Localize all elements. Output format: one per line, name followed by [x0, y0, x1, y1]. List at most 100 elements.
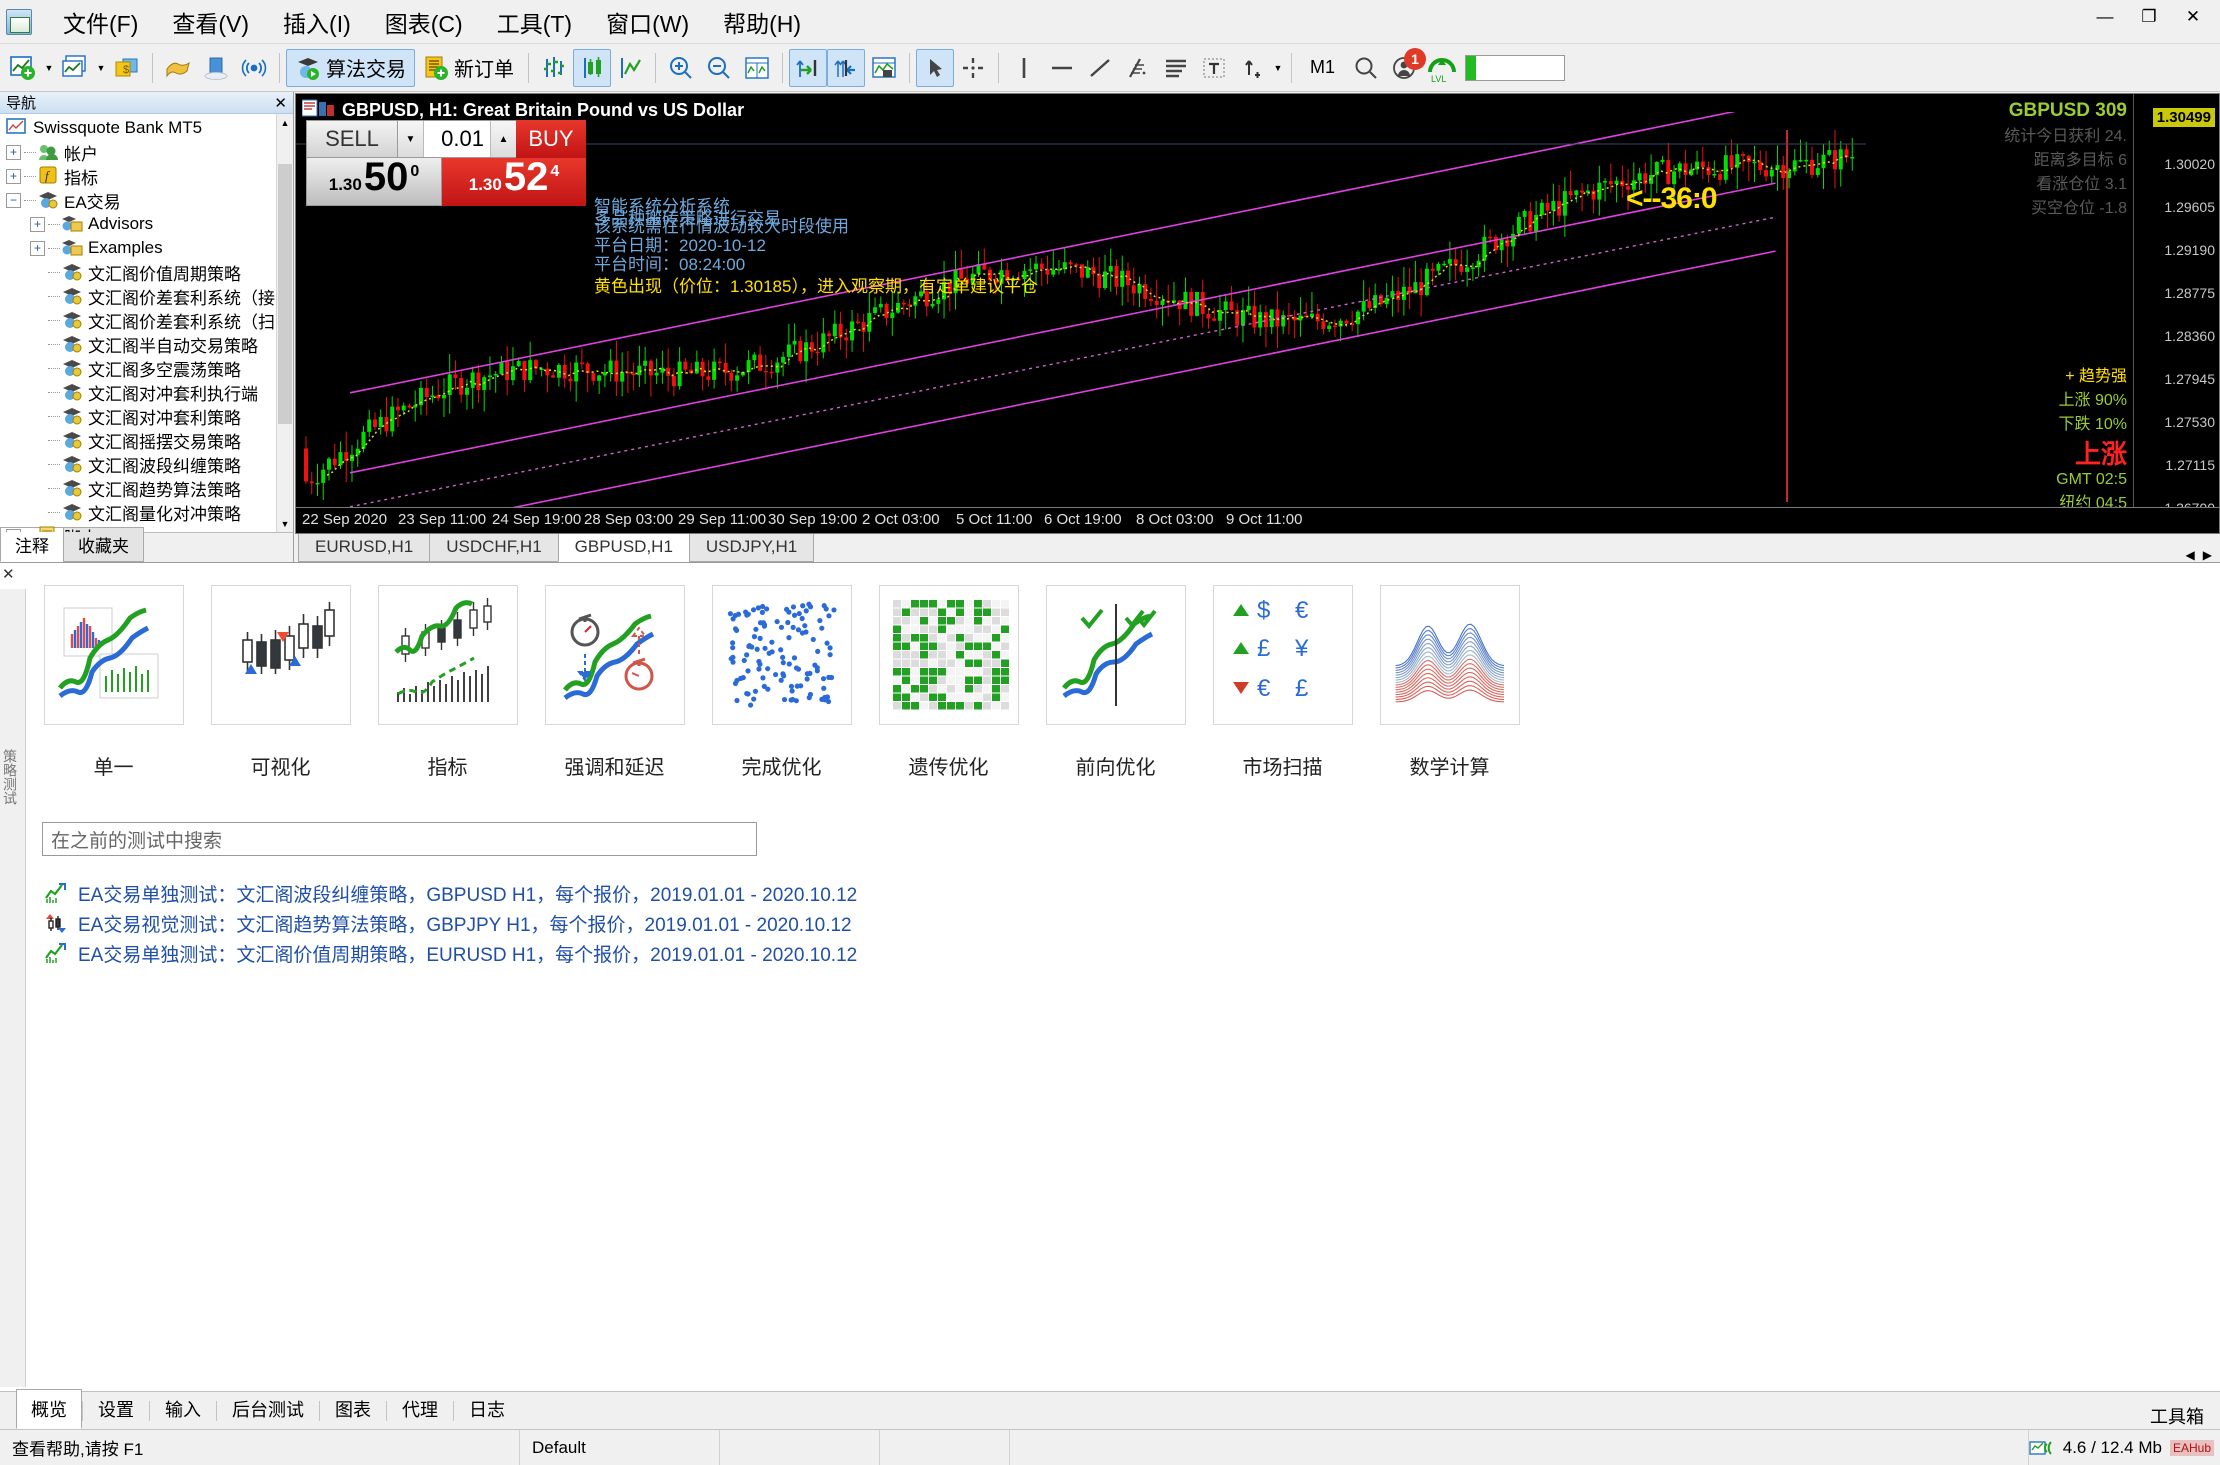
forward-optimization-icon[interactable]: [1045, 585, 1186, 725]
tree-item-3[interactable]: + Advisors: [0, 212, 293, 236]
single-test-icon[interactable]: [43, 585, 184, 725]
tree-item-12[interactable]: 文汇阁摇摆交易策略: [0, 428, 293, 452]
vertical-line-icon[interactable]: [1005, 49, 1043, 87]
tree-item-2[interactable]: − EA交易: [0, 188, 293, 212]
candlestick-chart-icon[interactable]: [573, 48, 611, 87]
previous-test-row[interactable]: EA交易单独测试：文汇阁价值周期策略，EURUSD H1，每个报价，2019.0…: [44, 938, 2220, 968]
chevron-left-icon[interactable]: ◀: [2186, 548, 2195, 562]
tree-item-14[interactable]: 文汇阁趋势算法策略: [0, 476, 293, 500]
line-chart-icon[interactable]: [611, 49, 649, 87]
chart-tab-eurusd[interactable]: EURUSD,H1: [298, 532, 431, 562]
tester-tab-inputs[interactable]: 输入: [150, 1389, 216, 1429]
navigator-scrollbar[interactable]: ▲ ▼: [276, 114, 293, 532]
test-mode-card-6[interactable]: 前向优化: [1032, 585, 1199, 780]
tester-tab-settings[interactable]: 设置: [83, 1389, 149, 1429]
arrows-icon[interactable]: [1233, 49, 1271, 87]
test-mode-card-0[interactable]: 单一: [30, 585, 197, 780]
volume-down-icon[interactable]: ▼: [398, 121, 424, 157]
equidistant-channel-icon[interactable]: [1157, 49, 1195, 87]
tree-item-1[interactable]: + f 指标: [0, 164, 293, 188]
previous-test-row[interactable]: EA交易视觉测试：文汇阁趋势算法策略，GBPJPY H1，每个报价，2019.0…: [44, 908, 2220, 938]
test-mode-card-3[interactable]: 强调和延迟: [531, 585, 698, 780]
tree-expander[interactable]: +: [30, 216, 45, 232]
bid-price[interactable]: 1.30 50 0: [306, 157, 442, 206]
close-icon[interactable]: ✕: [2, 565, 15, 583]
close-button[interactable]: ✕: [2172, 4, 2214, 30]
algo-trading-button[interactable]: 算法交易: [286, 48, 415, 87]
tester-tab-journal[interactable]: 日志: [454, 1389, 520, 1429]
zoom-in-icon[interactable]: [662, 49, 700, 87]
navigator-tab-favorites[interactable]: 收藏夹: [63, 527, 144, 562]
search-icon[interactable]: [1347, 49, 1385, 87]
new-chart-icon[interactable]: [4, 49, 42, 87]
trendline-icon[interactable]: [1081, 49, 1119, 87]
tree-item-11[interactable]: 文汇阁对冲套利策略: [0, 404, 293, 428]
search-input[interactable]: 在之前的测试中搜索: [42, 822, 757, 856]
bar-chart-icon[interactable]: [535, 49, 573, 87]
menu-item-charts[interactable]: 图表(C): [368, 1, 480, 43]
visualization-icon[interactable]: [210, 585, 351, 725]
scroll-up-icon[interactable]: ▲: [277, 114, 293, 131]
chart-profiles-icon[interactable]: [56, 49, 94, 87]
test-mode-card-8[interactable]: 数学计算: [1366, 585, 1533, 780]
ask-price[interactable]: 1.30 52 4: [442, 157, 586, 206]
volume-up-icon[interactable]: ▲: [490, 121, 516, 157]
tree-expander[interactable]: −: [6, 192, 21, 208]
chart-tab-usdjpy[interactable]: USDJPY,H1: [688, 532, 815, 562]
signals-icon[interactable]: [235, 49, 273, 87]
tree-item-16[interactable]: + 脚本: [0, 524, 293, 532]
new-order-button[interactable]: 新订单: [415, 49, 522, 87]
status-connection[interactable]: 4.6 / 12.4 Mb EAHub: [2029, 1438, 2220, 1458]
minimize-button[interactable]: —: [2084, 4, 2126, 30]
tree-expander[interactable]: +: [6, 168, 21, 184]
menu-item-tools[interactable]: 工具(T): [480, 1, 589, 43]
one-click-trading-panel[interactable]: SELL ▼ 0.01 ▲ BUY 1.30 50 0 1.30 52 4: [306, 120, 586, 206]
maximize-button[interactable]: ❐: [2128, 4, 2170, 30]
menu-item-window[interactable]: 窗口(W): [589, 1, 706, 43]
tree-expander[interactable]: +: [30, 240, 45, 256]
tester-tab-overview[interactable]: 概览: [16, 1389, 82, 1429]
chart-profiles-dropdown-icon[interactable]: ▼: [94, 49, 108, 87]
market-scan-icon[interactable]: $ € £ ¥ € £: [1212, 585, 1353, 725]
complete-optimization-icon[interactable]: [711, 585, 852, 725]
tree-item-7[interactable]: 文汇阁价差套利系统（扫: [0, 308, 293, 332]
account-icon[interactable]: 1: [1385, 47, 1427, 87]
chart-autoscroll-icon[interactable]: [827, 48, 865, 87]
tree-expander[interactable]: +: [6, 144, 21, 160]
buy-button[interactable]: BUY: [516, 120, 586, 158]
tree-item-15[interactable]: 文汇阁量化对冲策略: [0, 500, 293, 524]
new-chart-dropdown-icon[interactable]: ▼: [42, 49, 56, 87]
scrollbar-thumb[interactable]: [278, 164, 292, 424]
test-mode-card-7[interactable]: $ € £ ¥ € £ 市场扫描: [1199, 585, 1366, 780]
stress-delay-icon[interactable]: [544, 585, 685, 725]
tree-root-item[interactable]: Swissquote Bank MT5: [0, 116, 293, 140]
sell-button[interactable]: SELL: [306, 120, 398, 158]
zoom-out-icon[interactable]: [700, 49, 738, 87]
tester-tab-agents[interactable]: 代理: [387, 1389, 453, 1429]
volume-stepper[interactable]: ▼ 0.01 ▲: [398, 120, 516, 158]
scroll-down-icon[interactable]: ▼: [277, 515, 293, 532]
volume-value[interactable]: 0.01: [424, 121, 490, 157]
test-mode-card-4[interactable]: 完成优化: [698, 585, 865, 780]
tree-item-6[interactable]: 文汇阁价差套利系统（接: [0, 284, 293, 308]
menu-item-view[interactable]: 查看(V): [155, 1, 266, 43]
tree-item-10[interactable]: 文汇阁对冲套利执行端: [0, 380, 293, 404]
test-mode-card-1[interactable]: 可视化: [197, 585, 364, 780]
test-mode-card-2[interactable]: 指标: [364, 585, 531, 780]
close-icon[interactable]: ✕: [274, 94, 287, 112]
tester-tab-chart[interactable]: 图表: [320, 1389, 386, 1429]
crosshair-icon[interactable]: [954, 49, 992, 87]
market-watch-icon[interactable]: $: [108, 49, 146, 87]
gbpusd-chart[interactable]: GBPUSD, H1: Great Britain Pound vs US Do…: [295, 93, 2220, 508]
data-window-icon[interactable]: [159, 49, 197, 87]
chevron-right-icon[interactable]: ▶: [2203, 548, 2212, 562]
chart-tab-scroll[interactable]: ◀ ▶: [2186, 548, 2220, 562]
menu-item-insert[interactable]: 插入(I): [266, 1, 368, 43]
menu-item-file[interactable]: 文件(F): [46, 1, 155, 43]
chart-shift-icon[interactable]: [789, 48, 827, 87]
lvl-gauge-icon[interactable]: LVL: [1423, 49, 1461, 87]
fibonacci-icon[interactable]: [1119, 49, 1157, 87]
tree-item-13[interactable]: 文汇阁波段纠缠策略: [0, 452, 293, 476]
math-calculation-icon[interactable]: [1379, 585, 1520, 725]
arrows-dropdown-icon[interactable]: ▼: [1271, 49, 1285, 87]
